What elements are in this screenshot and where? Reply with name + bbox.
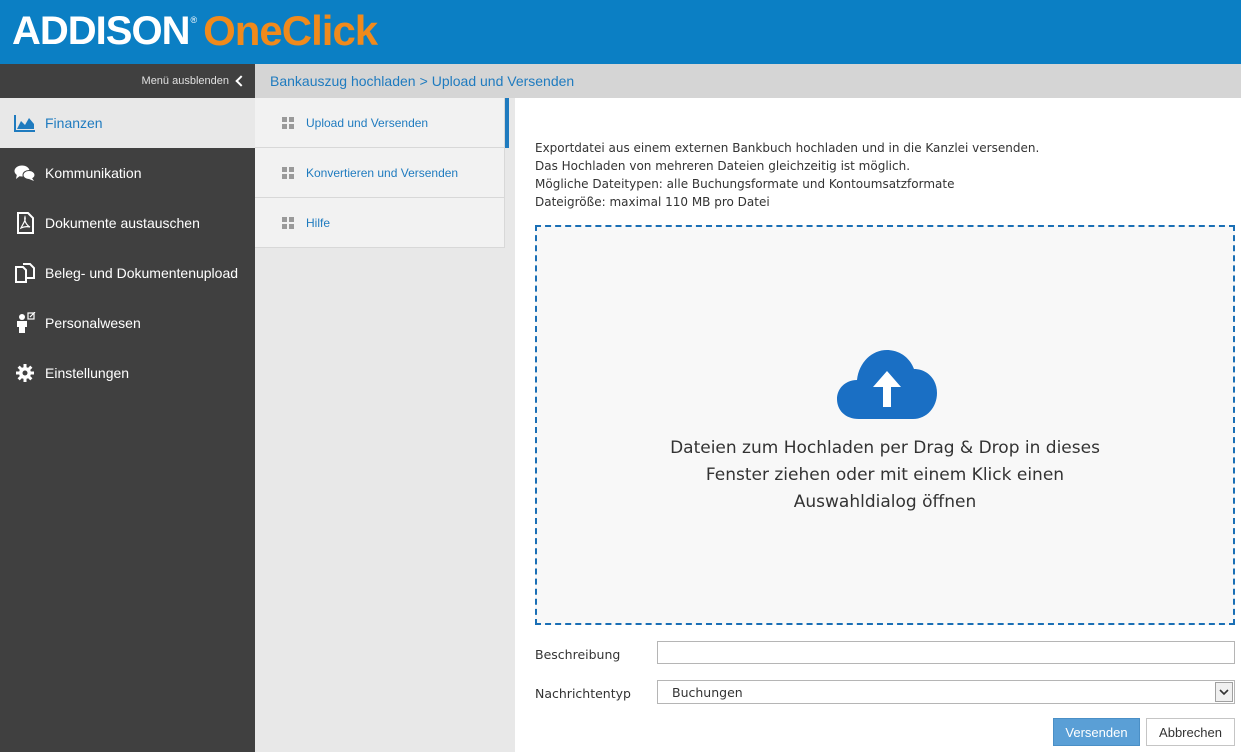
sidebar-item-finanzen[interactable]: Finanzen bbox=[0, 98, 255, 148]
main-content: Exportdatei aus einem externen Bankbuch … bbox=[515, 108, 1241, 752]
instruction-line: Mögliche Dateitypen: alle Buchungsformat… bbox=[535, 177, 955, 191]
grid-icon bbox=[282, 166, 294, 179]
instruction-line: Exportdatei aus einem externen Bankbuch … bbox=[535, 141, 1040, 155]
dropzone-text-line: Fenster ziehen oder mit einem Klick eine… bbox=[705, 465, 1065, 485]
instruction-line: Dateigröße: maximal 110 MB pro Datei bbox=[535, 195, 770, 209]
upload-instructions: Exportdatei aus einem externen Bankbuch … bbox=[535, 139, 1039, 211]
app-header: ADDISON ® OneClick bbox=[0, 0, 1241, 64]
logo-oneclick-text: OneClick bbox=[203, 7, 378, 54]
subnav-item-label: Upload und Versenden bbox=[306, 115, 429, 130]
sidebar-item-label: Einstellungen bbox=[45, 365, 130, 381]
subnav-item-label: Hilfe bbox=[306, 215, 331, 230]
breadcrumb-separator: > bbox=[419, 73, 428, 89]
sidebar-item-label: Personalwesen bbox=[45, 315, 141, 331]
instruction-line: Das Hochladen von mehreren Dateien gleic… bbox=[535, 159, 911, 173]
send-button[interactable]: Versenden bbox=[1053, 718, 1140, 746]
chat-bubbles-icon bbox=[14, 162, 36, 184]
description-input[interactable] bbox=[657, 641, 1235, 664]
grid-icon bbox=[282, 116, 294, 129]
logo-registered-mark: ® bbox=[190, 15, 198, 25]
sidebar-item-personalwesen[interactable]: Personalwesen bbox=[0, 298, 255, 348]
subnav: Upload und Versenden Konvertieren und Ve… bbox=[255, 98, 509, 248]
pdf-document-icon bbox=[14, 212, 36, 234]
sidebar-item-label: Kommunikation bbox=[45, 165, 142, 181]
sidebar-item-dokumente-austauschen[interactable]: Dokumente austauschen bbox=[0, 198, 255, 248]
dropzone-text-line: Dateien zum Hochladen per Drag & Drop in… bbox=[670, 438, 1100, 458]
logo-addison-text: ADDISON bbox=[12, 9, 190, 53]
breadcrumb-current[interactable]: Upload und Versenden bbox=[432, 73, 574, 89]
sidebar: Menü ausblenden Finanzen Kommunikation D… bbox=[0, 64, 255, 752]
sidebar-item-kommunikation[interactable]: Kommunikation bbox=[0, 148, 255, 198]
subnav-item-upload-und-versenden[interactable]: Upload und Versenden bbox=[255, 98, 509, 148]
gear-icon bbox=[14, 362, 36, 384]
area-chart-icon bbox=[14, 112, 36, 134]
sidebar-item-einstellungen[interactable]: Einstellungen bbox=[0, 348, 255, 398]
cancel-button[interactable]: Abbrechen bbox=[1146, 718, 1235, 746]
sidebar-item-label: Finanzen bbox=[45, 115, 103, 131]
subnav-item-hilfe[interactable]: Hilfe bbox=[255, 198, 504, 248]
hide-menu-button[interactable]: Menü ausblenden bbox=[0, 64, 255, 98]
description-label: Beschreibung bbox=[535, 647, 621, 662]
submenu-area: Upload und Versenden Konvertieren und Ve… bbox=[255, 98, 515, 752]
dropzone-text: Dateien zum Hochladen per Drag & Drop in… bbox=[537, 435, 1233, 516]
subnav-item-konvertieren-und-versenden[interactable]: Konvertieren und Versenden bbox=[255, 148, 504, 198]
chevron-left-icon bbox=[235, 75, 247, 87]
addison-oneclick-logo[interactable]: ADDISON ® OneClick bbox=[12, 6, 378, 56]
cloud-upload-icon bbox=[837, 350, 937, 419]
file-dropzone[interactable]: Dateien zum Hochladen per Drag & Drop in… bbox=[535, 225, 1235, 625]
copy-documents-icon bbox=[14, 262, 36, 284]
message-type-label: Nachrichtentyp bbox=[535, 686, 631, 701]
dropzone-text-line: Auswahldialog öffnen bbox=[793, 492, 977, 512]
message-type-select[interactable]: Buchungen bbox=[657, 680, 1235, 704]
sidebar-item-beleg-upload[interactable]: Beleg- und Dokumentenupload bbox=[0, 248, 255, 298]
breadcrumb-parent-link[interactable]: Bankauszug hochladen bbox=[270, 73, 416, 89]
breadcrumb: Bankauszug hochladen > Upload und Versen… bbox=[255, 64, 1241, 98]
hide-menu-label: Menü ausblenden bbox=[141, 75, 229, 87]
sidebar-item-label: Beleg- und Dokumentenupload bbox=[45, 265, 239, 281]
subnav-item-label: Konvertieren und Versenden bbox=[306, 165, 459, 180]
chevron-down-icon[interactable] bbox=[1215, 682, 1233, 702]
person-external-icon bbox=[14, 312, 36, 334]
sidebar-item-label: Dokumente austauschen bbox=[45, 215, 200, 231]
grid-icon bbox=[282, 216, 294, 229]
message-type-value: Buchungen bbox=[672, 684, 743, 700]
